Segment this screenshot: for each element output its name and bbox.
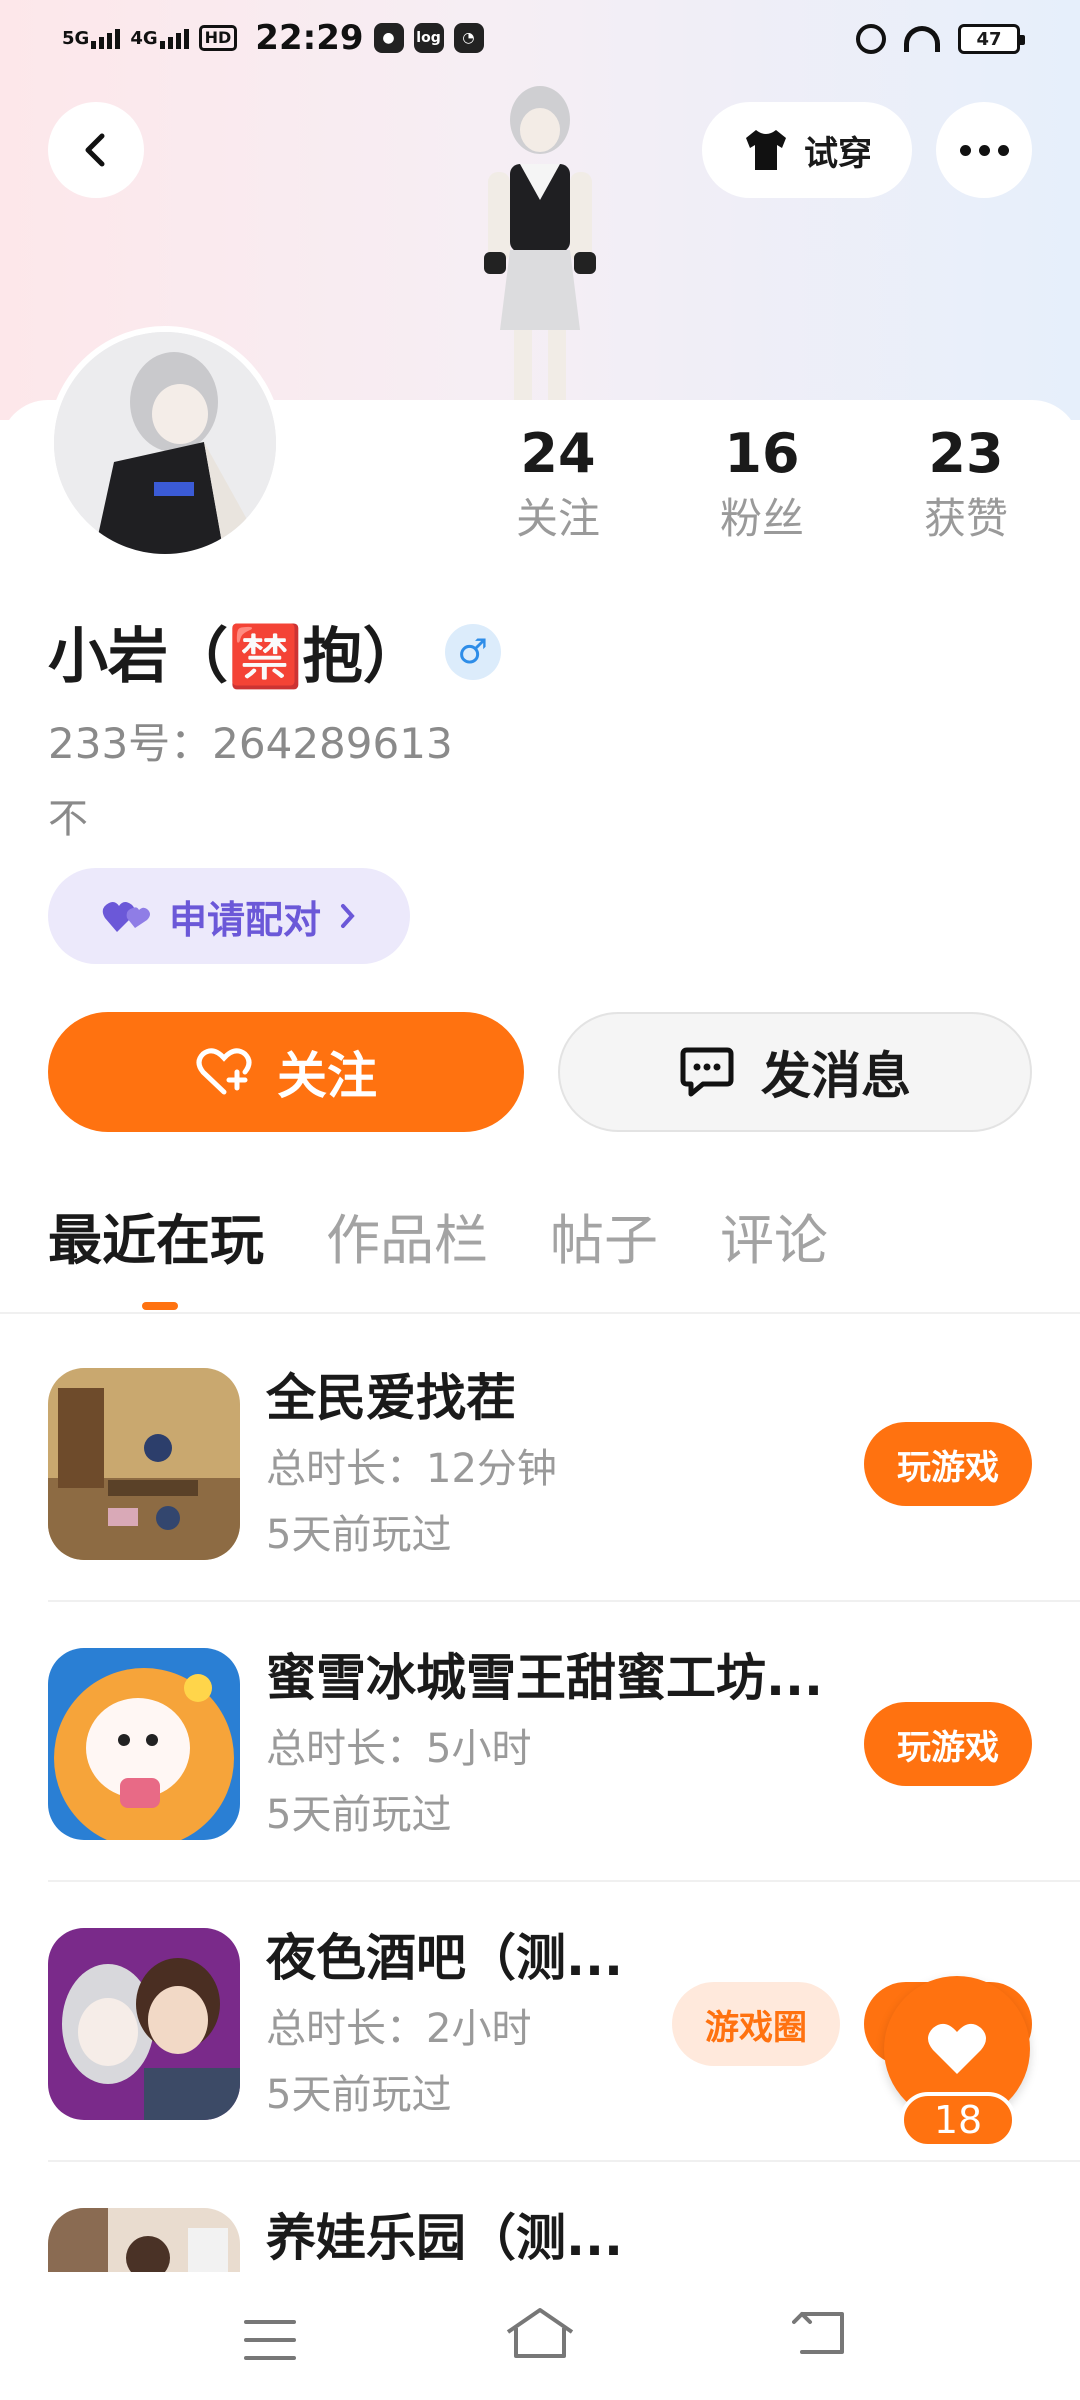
likes-stat[interactable]: 23 获赞	[886, 424, 1046, 544]
tab-comments[interactable]: 评论	[720, 1206, 828, 1276]
game-title: 蜜雪冰城雪王甜蜜工坊...	[266, 1649, 823, 1707]
list-item[interactable]: 养娃乐园（测...	[48, 2208, 1080, 2272]
menu-icon[interactable]	[244, 2320, 296, 2360]
send-message-button[interactable]: 发消息	[558, 1012, 1032, 1132]
try-on-label: 试穿	[804, 133, 872, 174]
game-icon	[48, 1928, 240, 2120]
avatar[interactable]	[48, 326, 282, 560]
user-bio: 不	[48, 796, 88, 842]
wifi-icon	[904, 26, 940, 52]
more-dot	[978, 144, 990, 156]
following-count: 24	[520, 422, 596, 485]
active-tab-indicator	[142, 1302, 178, 1310]
list-divider	[48, 1600, 1080, 1602]
followers-label: 粉丝	[719, 494, 804, 543]
game-duration: 总时长：12分钟	[266, 1446, 557, 1492]
battery-icon: 47	[958, 24, 1025, 54]
log-icon: log	[413, 23, 444, 53]
try-on-button[interactable]: 试穿	[702, 102, 912, 198]
game-duration: 总时长：5小时	[266, 1726, 532, 1772]
following-stat[interactable]: 24 关注	[478, 424, 638, 544]
back-button[interactable]	[48, 102, 144, 198]
send-message-label: 发消息	[761, 1047, 911, 1105]
alarm-icon	[856, 24, 886, 54]
chevron-right-icon	[341, 904, 355, 928]
tabs-divider	[0, 1312, 1080, 1314]
play-game-button[interactable]: 玩游戏	[864, 1702, 1032, 1786]
more-dot	[959, 144, 971, 156]
list-item[interactable]: 蜜雪冰城雪王甜蜜工坊... 总时长：5小时 5天前玩过 玩游戏	[48, 1648, 1080, 1928]
request-pair-label: 申请配对	[168, 897, 321, 942]
more-dot	[997, 144, 1009, 156]
game-circle-button[interactable]: 游戏圈	[672, 1982, 840, 2066]
followers-stat[interactable]: 16 粉丝	[682, 424, 842, 544]
game-last-played: 5天前玩过	[266, 1512, 452, 1558]
game-icon	[48, 1648, 240, 1840]
signal-5g: 5G	[62, 27, 121, 49]
tab-recently-played[interactable]: 最近在玩	[48, 1206, 264, 1276]
hd-badge: HD	[198, 25, 238, 51]
profile-tabs: 最近在玩 作品栏 帖子 评论	[48, 1206, 828, 1276]
signal-4g: 4G	[130, 27, 189, 49]
follow-label: 关注	[277, 1047, 377, 1105]
male-gender-icon: ♂	[444, 623, 501, 680]
likes-count: 23	[928, 422, 1004, 485]
home-icon[interactable]	[504, 2306, 576, 2362]
status-time: 22:29	[255, 18, 364, 58]
hearts-icon	[102, 902, 150, 932]
follow-button[interactable]: 关注	[48, 1012, 524, 1132]
following-label: 关注	[515, 494, 600, 543]
wechat-icon: ●	[373, 23, 404, 53]
game-title: 养娃乐园（测...	[266, 2209, 623, 2267]
name-row: 小岩（🈲抱） ♂	[48, 608, 501, 695]
like-count-badge: 18	[900, 2092, 1016, 2148]
game-title: 夜色酒吧（测...	[266, 1929, 623, 1987]
game-last-played: 5天前玩过	[266, 2072, 452, 2118]
game-duration: 总时长：2小时	[266, 2006, 532, 2052]
heart-plus-icon	[196, 1048, 252, 1095]
game-icon	[48, 2208, 240, 2272]
tab-works[interactable]: 作品栏	[326, 1206, 488, 1276]
list-item[interactable]: 全民爱找茬 总时长：12分钟 5天前玩过 玩游戏	[48, 1368, 1080, 1648]
app-notification-icon: ◔	[453, 23, 484, 53]
back-nav-icon[interactable]	[792, 2308, 852, 2358]
play-game-button[interactable]: 玩游戏	[864, 1422, 1032, 1506]
list-divider	[48, 1880, 1080, 1882]
battery-level: 47	[976, 28, 1002, 50]
game-icon	[48, 1368, 240, 1560]
user-id: 233号：264289613	[48, 719, 453, 768]
system-navigation-bar	[0, 2272, 1080, 2400]
more-options-button[interactable]	[936, 102, 1032, 198]
avatar-image	[54, 332, 276, 554]
list-divider	[48, 2160, 1080, 2162]
tab-posts[interactable]: 帖子	[550, 1206, 658, 1276]
request-pair-button[interactable]: 申请配对	[48, 868, 410, 964]
shirt-icon	[746, 130, 786, 170]
user-name: 小岩（🈲抱）	[48, 622, 423, 692]
chat-bubble-icon	[680, 1047, 734, 1097]
chevron-left-icon	[85, 133, 105, 167]
status-bar: 5G 4G HD 22:29 ● log ◔ 47	[0, 0, 1080, 84]
avatar-character-figure	[484, 86, 596, 402]
game-last-played: 5天前玩过	[266, 1792, 452, 1838]
heart-icon	[928, 2023, 986, 2074]
followers-count: 16	[724, 422, 800, 485]
likes-label: 获赞	[923, 494, 1008, 543]
game-title: 全民爱找茬	[266, 1369, 516, 1427]
